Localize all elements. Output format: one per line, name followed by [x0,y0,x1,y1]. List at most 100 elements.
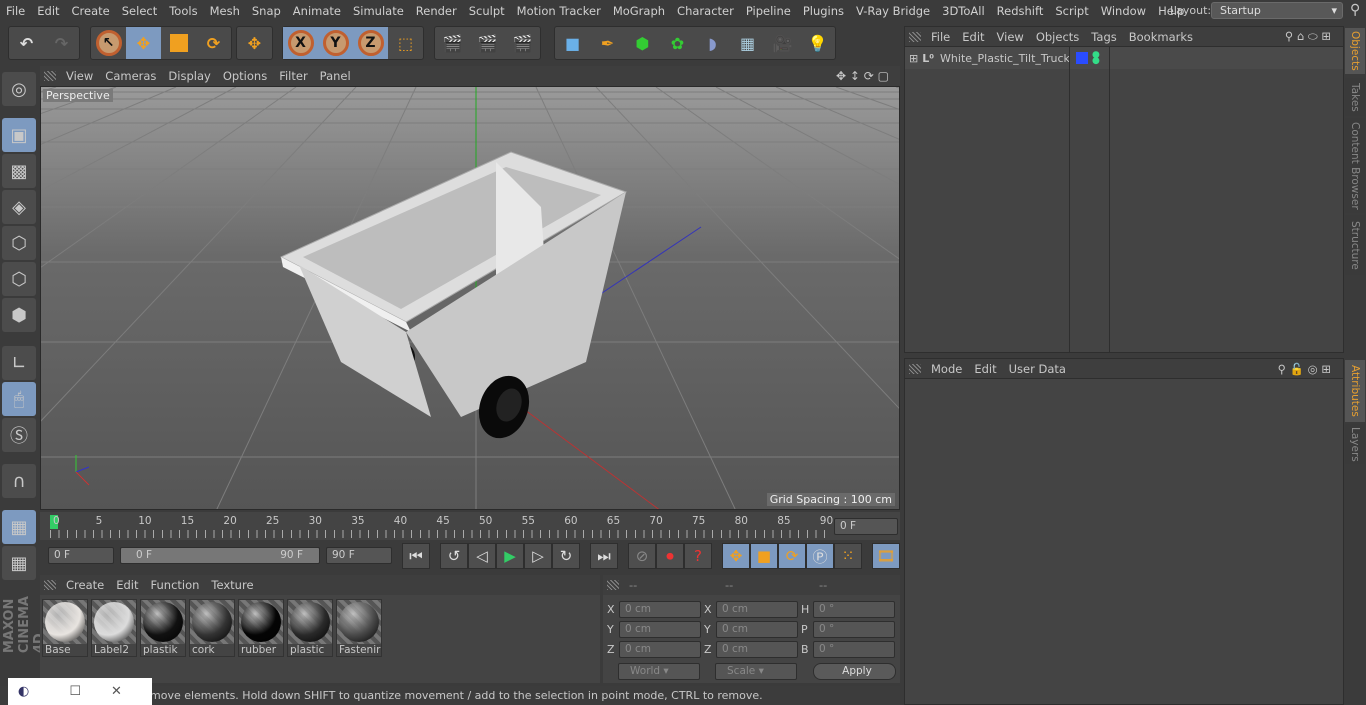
key-rotation-icon[interactable]: ⟳ [778,543,806,569]
menu-script[interactable]: Script [1049,4,1094,18]
material-swatch[interactable]: Label2 [91,599,137,657]
next-frame-icon[interactable]: ▷ [524,543,552,569]
key-scale-icon[interactable]: ■ [750,543,778,569]
object-manager-tool-icons[interactable]: ⚲ ⌂ ⬭ ⊞ [1279,29,1337,44]
coord-field[interactable]: 0 cm [716,641,798,658]
polygons-mode-icon[interactable]: ⬢ [2,298,36,332]
floor-icon[interactable]: ▦ [730,27,765,59]
lock-workplane-icon[interactable]: ▦ [2,510,36,544]
attribute-menu-mode[interactable]: Mode [925,362,968,376]
viewport-nav-icons[interactable]: ✥ ↕ ⟳ ▢ [829,69,896,83]
material-swatch[interactable]: plastic [287,599,333,657]
snap-icon[interactable]: Ⓢ [2,418,36,452]
menu-tools[interactable]: Tools [163,4,203,18]
expand-icon[interactable]: ⊞ [909,52,918,65]
world-dropdown[interactable]: World ▾ [618,663,700,680]
autokey-icon[interactable]: ? [684,543,712,569]
side-tab-takes[interactable]: Takes [1345,78,1365,116]
redo-icon[interactable]: ↷ [44,27,79,59]
y-axis-icon[interactable]: Y [318,27,353,59]
move-tool-icon[interactable]: ✥ [126,27,161,59]
material-swatch[interactable]: rubber [238,599,284,657]
visibility-dots-icon[interactable]: ● ● [1092,51,1100,66]
scale-tool-icon[interactable] [161,27,196,59]
coord-field[interactable]: 0 ° [813,601,895,618]
points-mode-icon[interactable]: ⬡ [2,226,36,260]
viewport-menu-options[interactable]: Options [217,69,273,83]
z-axis-icon[interactable]: Z [353,27,388,59]
motion-record-icon[interactable]: ⊘ [628,543,656,569]
object-row[interactable]: ⊞ L⁰ White_Plastic_Tilt_Truck ● ● [905,47,1343,69]
menu-window[interactable]: Window [1095,4,1152,18]
next-key-icon[interactable]: ↻ [552,543,580,569]
material-menu-edit[interactable]: Edit [110,578,144,592]
menu-sculpt[interactable]: Sculpt [463,4,511,18]
render-picture-viewer-icon[interactable]: 🎬 [470,27,505,59]
key-parameter-icon[interactable]: Ⓟ [806,543,834,569]
coord-field[interactable]: 0 cm [716,621,798,638]
apply-button[interactable]: Apply [813,663,896,680]
coord-field[interactable]: 0 ° [813,641,895,658]
play-icon[interactable]: ▶ [496,543,524,569]
material-swatch[interactable]: plastik [140,599,186,657]
viewport-perspective[interactable]: Perspective Grid Spacing : 100 cm [40,86,900,510]
viewport-menu-filter[interactable]: Filter [273,69,313,83]
make-editable-icon[interactable]: ◎ [2,72,36,106]
end-frame-field[interactable]: 90 F [326,547,392,564]
coord-field[interactable]: 0 cm [619,641,701,658]
prev-frame-icon[interactable]: ◁ [468,543,496,569]
render-settings-icon[interactable]: 🎬 [505,27,540,59]
material-swatch[interactable]: Base [42,599,88,657]
menu-mesh[interactable]: Mesh [204,4,246,18]
scale-dropdown[interactable]: Scale ▾ [715,663,797,680]
menu-motion-tracker[interactable]: Motion Tracker [511,4,607,18]
light-icon[interactable]: 💡 [800,27,835,59]
object-menu-edit[interactable]: Edit [956,30,990,44]
side-tab-structure[interactable]: Structure [1345,215,1365,275]
texture-mode-icon[interactable]: ▩ [2,154,36,188]
magnet-icon[interactable]: ∩ [2,464,36,498]
key-pla-icon[interactable]: ⁙ [834,543,862,569]
render-view-icon[interactable]: 🎬 [435,27,470,59]
menu-v-ray-bridge[interactable]: V-Ray Bridge [850,4,936,18]
viewport-menu-panel[interactable]: Panel [314,69,357,83]
model-mode-icon[interactable]: ▣ [2,118,36,152]
rotate-tool-icon[interactable]: ⟳ [196,27,231,59]
current-frame-field[interactable]: 0 F [834,518,898,535]
menu-file[interactable]: File [0,4,31,18]
menu-animate[interactable]: Animate [287,4,347,18]
tweak-mode-icon[interactable]: 🖱 [2,382,36,416]
menu-redshift[interactable]: Redshift [991,4,1050,18]
coordinate-system-icon[interactable]: ⬚ [388,27,423,59]
menu-render[interactable]: Render [410,4,463,18]
material-menu-function[interactable]: Function [145,578,206,592]
object-menu-file[interactable]: File [925,30,956,44]
object-menu-view[interactable]: View [991,30,1030,44]
record-keyframe-icon[interactable]: ⏺ [656,543,684,569]
viewport-menu-view[interactable]: View [60,69,99,83]
deformer-icon[interactable]: ◗ [695,27,730,59]
live-move-icon[interactable]: ✥ [237,27,272,59]
frame-range-slider[interactable]: 0 F 90 F [120,547,320,564]
object-menu-bookmarks[interactable]: Bookmarks [1123,30,1199,44]
start-frame-field[interactable]: 0 F [48,547,114,564]
object-menu-tags[interactable]: Tags [1085,30,1122,44]
menu-character[interactable]: Character [671,4,740,18]
side-tab-layers[interactable]: Layers [1345,424,1365,464]
material-tag-icon[interactable] [1076,52,1089,64]
axis-mode-icon[interactable]: ∟ [2,346,36,380]
timeline-window-icon[interactable]: 🎞 [872,543,900,569]
go-to-end-icon[interactable]: ⏭ [590,543,618,569]
cloner-icon[interactable]: ✿ [660,27,695,59]
menu-simulate[interactable]: Simulate [347,4,410,18]
side-tab-content-browser[interactable]: Content Browser [1345,118,1365,213]
menu-edit[interactable]: Edit [31,4,65,18]
prev-key-icon[interactable]: ↺ [440,543,468,569]
select-tool-icon[interactable]: ↖ [91,27,126,59]
material-swatch[interactable]: Fastenir [336,599,382,657]
coord-field[interactable]: 0 cm [619,601,701,618]
x-axis-icon[interactable]: X [283,27,318,59]
material-menu-texture[interactable]: Texture [205,578,259,592]
workplane-rotate-icon[interactable]: ▦ [2,546,36,580]
workplane-icon[interactable]: ◈ [2,190,36,224]
